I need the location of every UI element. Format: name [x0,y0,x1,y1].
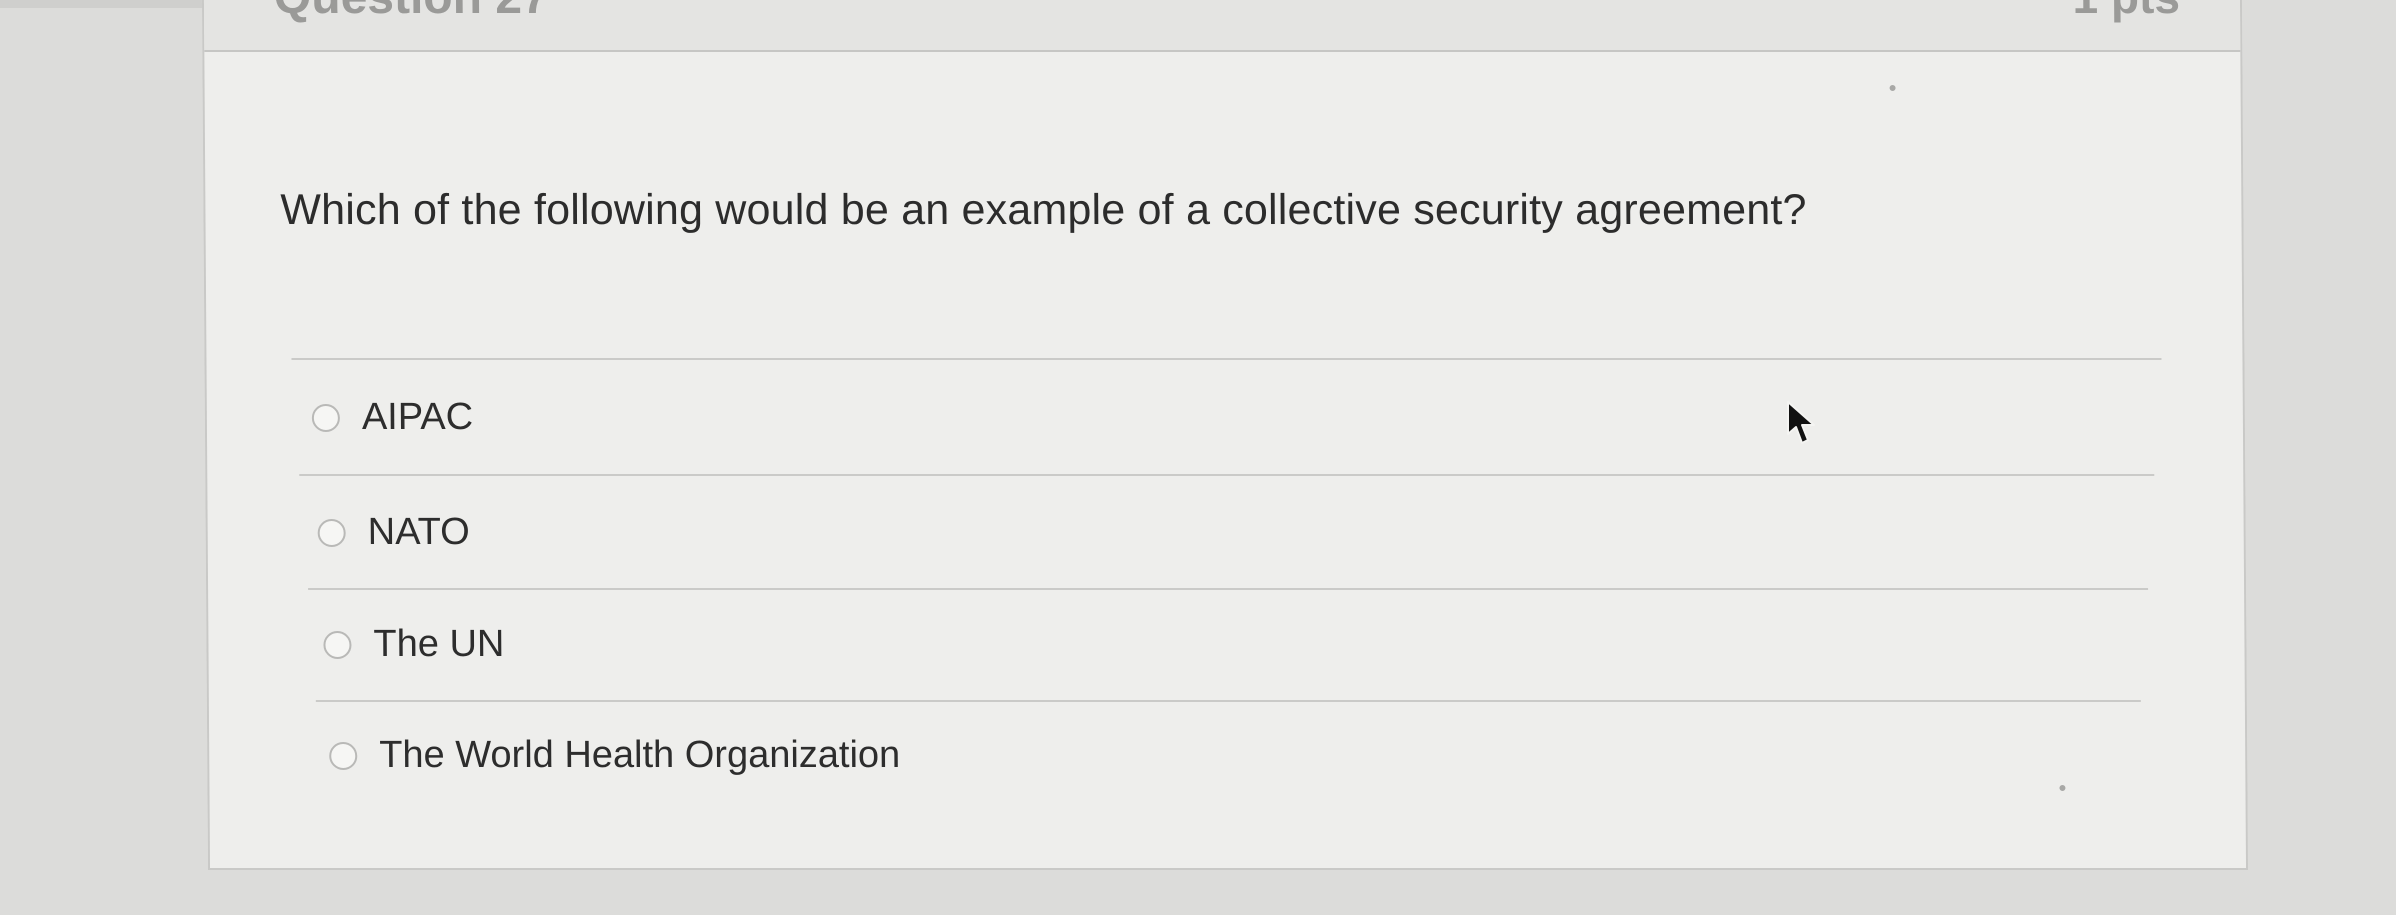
screen-speck [2059,785,2066,791]
answer-option-aipac[interactable]: AIPAC [311,396,474,439]
radio-button[interactable] [317,518,346,547]
answer-option-the-un[interactable]: The UN [323,623,505,666]
radio-button[interactable] [323,630,352,659]
page-edge [0,0,205,8]
question-text: Which of the following would be an examp… [280,186,1807,234]
answer-label: The World Health Organization [379,734,901,776]
screen-speck [1889,85,1896,91]
answer-option-nato[interactable]: NATO [317,511,470,554]
answer-label: The UN [373,623,505,665]
radio-button[interactable] [329,741,358,770]
question-card: Question 27 1 pts Which of the following… [201,0,2249,870]
question-title: Question 27 [274,0,549,25]
answer-divider [308,588,2149,590]
answer-divider [315,700,2141,702]
question-divider [291,358,2162,360]
mouse-pointer-arrow-icon [1787,401,1815,444]
answer-label: NATO [367,511,470,553]
radio-button[interactable] [311,403,340,432]
question-points: 1 pts [2072,0,2180,24]
answer-label: AIPAC [361,396,474,438]
answer-option-world-health-organization[interactable]: The World Health Organization [329,734,900,777]
question-header: Question 27 1 pts [203,0,2241,52]
answer-divider [299,474,2155,476]
